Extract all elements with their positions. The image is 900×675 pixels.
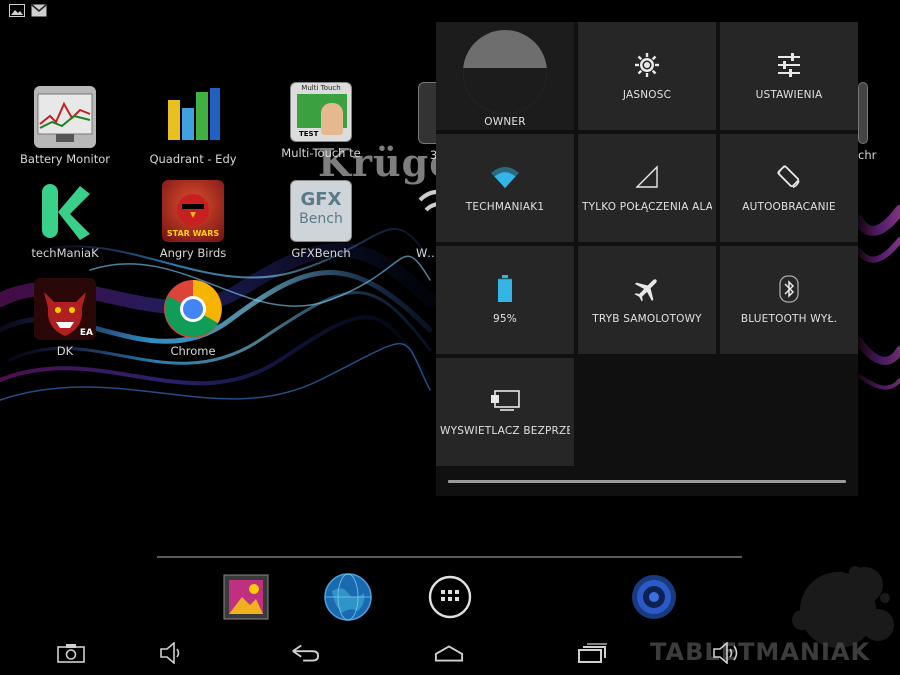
home-icon: [434, 645, 464, 662]
brand-watermark: TABLETMANIAK: [650, 638, 871, 666]
angry-birds-icon: STAR WARS: [162, 180, 224, 242]
dock-music[interactable]: [630, 573, 678, 621]
dock-divider: [157, 556, 742, 558]
tile-owner[interactable]: OWNER: [436, 22, 574, 130]
tile-label: OWNER: [484, 116, 526, 128]
gmail-notification-icon[interactable]: [31, 4, 47, 17]
app-drawer-icon: [428, 575, 472, 619]
volume-down-icon: [160, 642, 180, 664]
screenshot-icon: [57, 644, 85, 663]
app-label: Angry Birds: [159, 246, 227, 260]
battery-fill: [498, 279, 512, 302]
signal-icon: [635, 165, 658, 188]
tile-label: WYŚWIETLACZ BEZPRZEWODOWY: [440, 425, 570, 437]
tile-wireless-display[interactable]: WYŚWIETLACZ BEZPRZEWODOWY: [436, 358, 574, 466]
tile-label: JASNOŚĆ: [622, 89, 672, 101]
gallery-icon: [223, 574, 269, 620]
app-gfxbench[interactable]: GFX Bench GFXBench: [261, 180, 381, 260]
dock-app-drawer[interactable]: [426, 573, 474, 621]
app-techmaniak[interactable]: techManiaK: [5, 180, 125, 260]
nav-home[interactable]: [434, 640, 464, 666]
tile-wifi[interactable]: TECHMANIAK1: [436, 134, 574, 242]
wifi-app-icon: [416, 180, 436, 242]
tile-label: BLUETOOTH WYŁ.: [740, 313, 838, 325]
volume-up-icon: [713, 642, 738, 664]
kruger-watermark: Krüge: [318, 140, 455, 185]
quadrant-icon: [162, 86, 224, 148]
tile-label: 95%: [493, 313, 517, 325]
app-dungeon-keeper[interactable]: EA DK: [5, 278, 125, 358]
tile-settings[interactable]: USTAWIENIA: [720, 22, 858, 130]
nav-recent-apps[interactable]: [578, 640, 608, 666]
icon-line1: GFX: [300, 189, 342, 210]
app-label: chr: [858, 148, 877, 162]
nav-volume-up[interactable]: [712, 640, 742, 666]
app-partial-right-1[interactable]: chr: [858, 82, 900, 162]
tile-label: TYLKO POŁĄCZENIA ALARMOWE: [582, 201, 712, 213]
multi-touch-test-icon: Multi Touch TEST: [290, 82, 352, 142]
dungeon-keeper-icon: EA: [34, 278, 96, 340]
icon-badge: TEST: [299, 130, 319, 138]
tile-auto-rotate[interactable]: AUTOOBRACANIE: [720, 134, 858, 242]
image-notification-icon[interactable]: [9, 4, 25, 17]
nav-back[interactable]: [290, 640, 320, 666]
app-chrome[interactable]: Chrome: [133, 278, 253, 358]
partial-app-icon: [418, 82, 436, 144]
browser-globe-icon: [324, 573, 372, 621]
app-angry-birds[interactable]: STAR WARS Angry Birds: [133, 180, 253, 260]
status-bar: [0, 0, 900, 22]
tile-label: TRYB SAMOLOTOWY: [592, 313, 702, 325]
app-battery-monitor[interactable]: Battery Monitor: [5, 86, 125, 166]
techmaniak-icon: [34, 180, 96, 242]
wifi-icon: [491, 167, 519, 188]
gfxbench-icon: GFX Bench: [290, 180, 352, 242]
app-label: Chrome: [170, 344, 216, 358]
avatar: [463, 30, 547, 114]
partial-app-icon-right: [858, 82, 868, 144]
app-label: Wifi: [416, 246, 436, 260]
icon-text: STAR WARS: [166, 229, 220, 238]
tile-label: USTAWIENIA: [755, 89, 823, 101]
recent-apps-icon: [578, 643, 607, 663]
icon-title: Multi Touch: [301, 84, 341, 92]
settings-sliders-icon: [778, 53, 800, 77]
tile-emergency-calls-only[interactable]: TYLKO POŁĄCZENIA ALARMOWE: [578, 134, 716, 242]
airplane-icon: [634, 279, 657, 302]
bluetooth-icon: [779, 275, 799, 303]
brightness-icon: [635, 53, 659, 77]
back-icon: [292, 644, 320, 662]
quick-settings-panel: OWNER JASNOŚĆ USTAWIENIA TECHMANIAK1 TYL…: [436, 22, 858, 496]
icon-badge: EA: [79, 328, 93, 338]
chrome-icon: [162, 278, 224, 340]
wireless-display-icon: [491, 390, 520, 411]
tile-bluetooth[interactable]: BLUETOOTH WYŁ.: [720, 246, 858, 354]
icon-line2: Bench: [299, 211, 343, 227]
nav-screenshot[interactable]: [56, 640, 86, 666]
app-label: Battery Monitor: [20, 152, 110, 166]
tile-brightness[interactable]: JASNOŚĆ: [578, 22, 716, 130]
app-label: Quadrant - Edy: [149, 152, 237, 166]
app-quadrant[interactable]: Quadrant - Edy: [133, 86, 253, 166]
quick-settings-drag-handle[interactable]: [448, 480, 846, 483]
tile-battery[interactable]: 95%: [436, 246, 574, 354]
dock-browser[interactable]: [324, 573, 372, 621]
app-label: DK: [56, 344, 74, 358]
tile-label: AUTOOBRACANIE: [742, 201, 836, 213]
battery-monitor-icon: [34, 86, 96, 148]
battery-icon: [498, 275, 512, 302]
dock-gallery[interactable]: [222, 573, 270, 621]
auto-rotate-icon: [777, 165, 800, 189]
tile-airplane-mode[interactable]: TRYB SAMOLOTOWY: [578, 246, 716, 354]
app-wifi[interactable]: Wifi: [396, 180, 436, 260]
app-label: techManiaK: [31, 246, 99, 260]
app-label: GFXBench: [291, 246, 351, 260]
music-speaker-icon: [632, 575, 676, 619]
tile-label: TECHMANIAK1: [465, 201, 545, 213]
nav-volume-down[interactable]: [157, 640, 187, 666]
